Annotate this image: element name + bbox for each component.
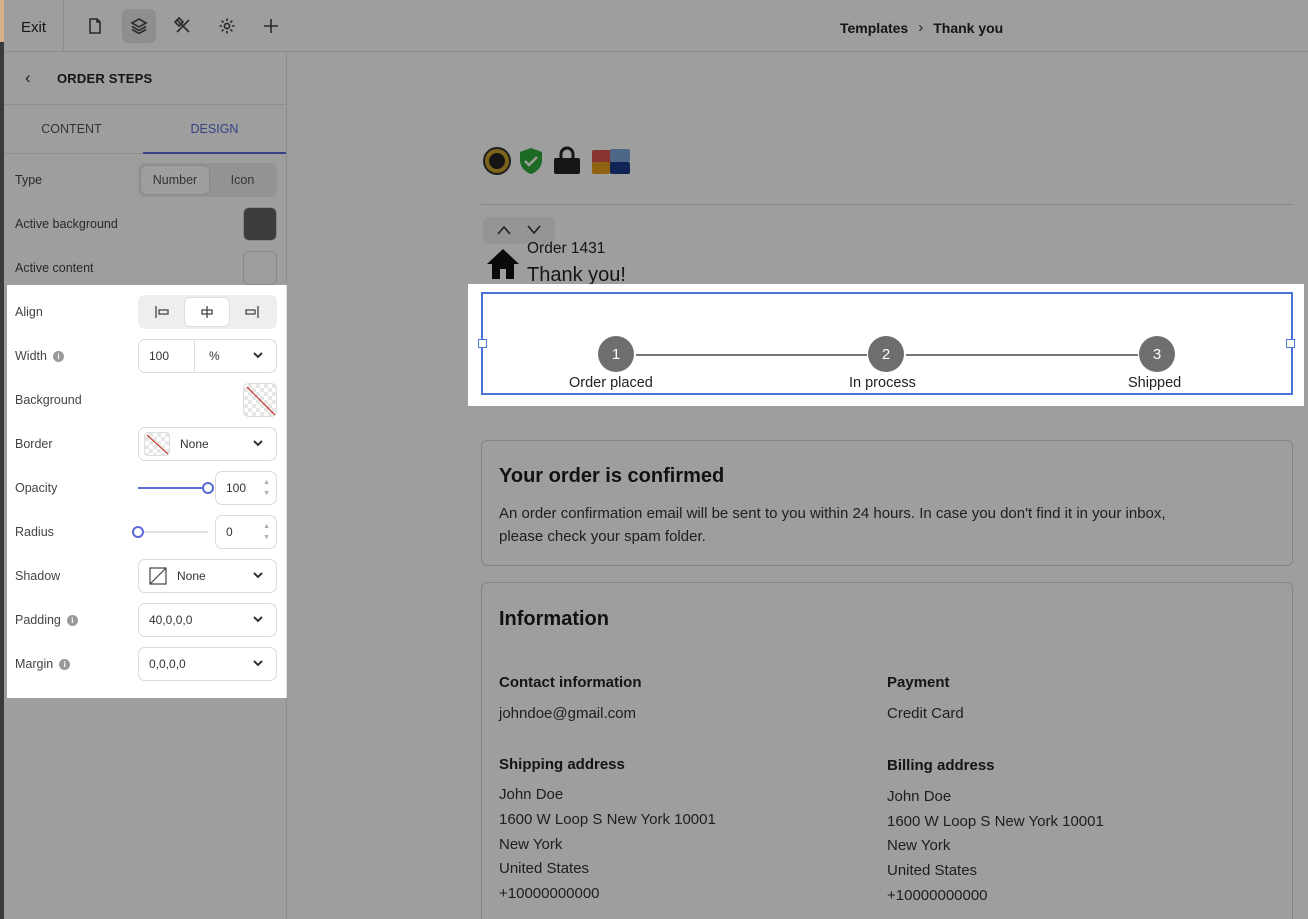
step-number-3: 3 [1139, 336, 1175, 372]
step-label-1: Order placed [569, 375, 653, 391]
step-label-3: Shipped [1128, 375, 1182, 391]
step-connector [906, 354, 1138, 356]
step-label-2: In process [849, 375, 916, 391]
window-edge-accent [0, 0, 4, 42]
overlay-top [0, 0, 1308, 52]
resize-handle-right[interactable] [1286, 339, 1295, 348]
step-connector [636, 354, 867, 356]
overlay-panel [0, 52, 287, 919]
step-number-2: 2 [868, 336, 904, 372]
overlay-canvas [287, 52, 1308, 919]
step-number-1: 1 [598, 336, 634, 372]
window-edge [0, 0, 4, 919]
resize-handle-left[interactable] [478, 339, 487, 348]
